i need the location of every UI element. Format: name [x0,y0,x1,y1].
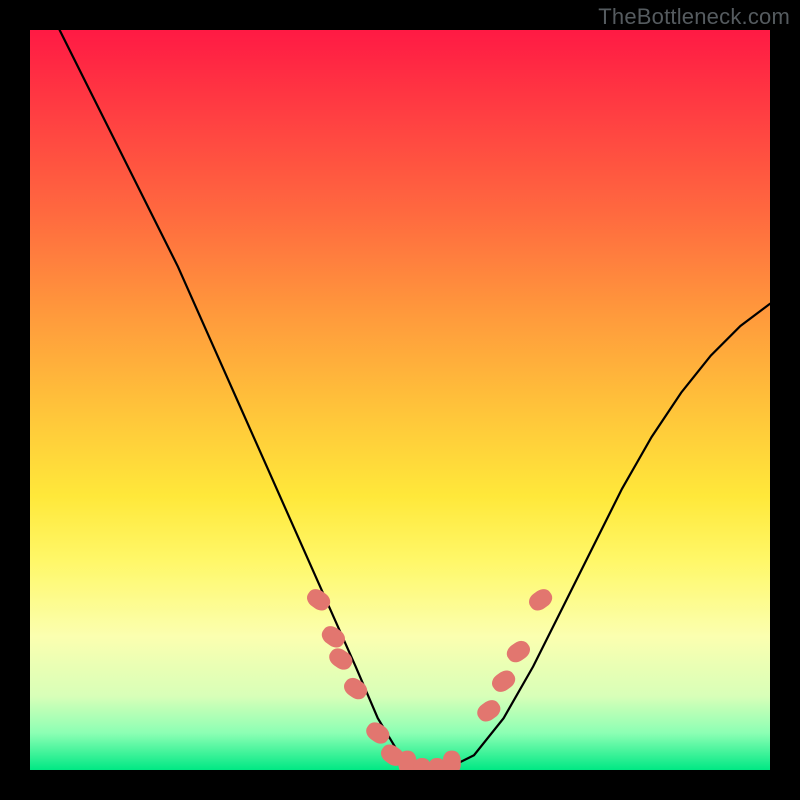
marker-dot [363,719,393,748]
watermark-text: TheBottleneck.com [598,4,790,30]
plot-area [30,30,770,770]
marker-dot [526,586,556,615]
bottleneck-curve [60,30,770,770]
marker-group [304,586,556,770]
marker-dot [318,623,348,652]
marker-dot [474,697,504,726]
marker-dot [503,637,533,666]
marker-dot [341,674,371,703]
marker-dot [326,645,356,674]
marker-dot [443,751,461,770]
chart-frame: TheBottleneck.com [0,0,800,800]
marker-dot [304,586,334,615]
marker-dot [489,667,519,696]
chart-svg [30,30,770,770]
